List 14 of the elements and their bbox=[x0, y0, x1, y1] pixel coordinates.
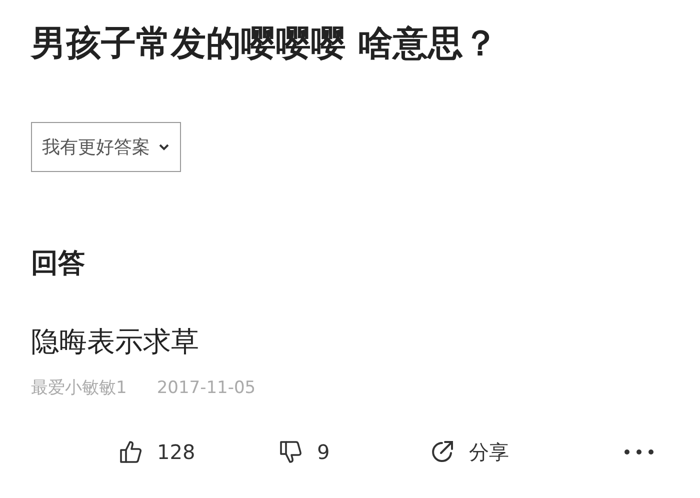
chevron-down-icon bbox=[158, 143, 170, 151]
answer-date: 2017-11-05 bbox=[156, 377, 256, 400]
question-title: 男孩子常发的嘤嘤嘤 啥意思？ bbox=[31, 23, 500, 66]
share-button[interactable]: 分享 bbox=[427, 434, 622, 470]
thumbs-down-icon bbox=[279, 440, 303, 464]
section-heading: 回答 bbox=[31, 247, 86, 281]
author-name: 最爱小敏敏1 bbox=[31, 377, 127, 400]
like-button[interactable]: 128 bbox=[117, 436, 277, 468]
better-answer-dropdown[interactable]: 我有更好答案 bbox=[31, 122, 181, 172]
answer-text: 隐晦表示求草 bbox=[31, 324, 200, 360]
dislike-button[interactable]: 9 bbox=[277, 436, 427, 468]
share-icon bbox=[429, 439, 455, 465]
more-icon bbox=[624, 449, 654, 455]
thumbs-up-icon bbox=[119, 440, 143, 464]
